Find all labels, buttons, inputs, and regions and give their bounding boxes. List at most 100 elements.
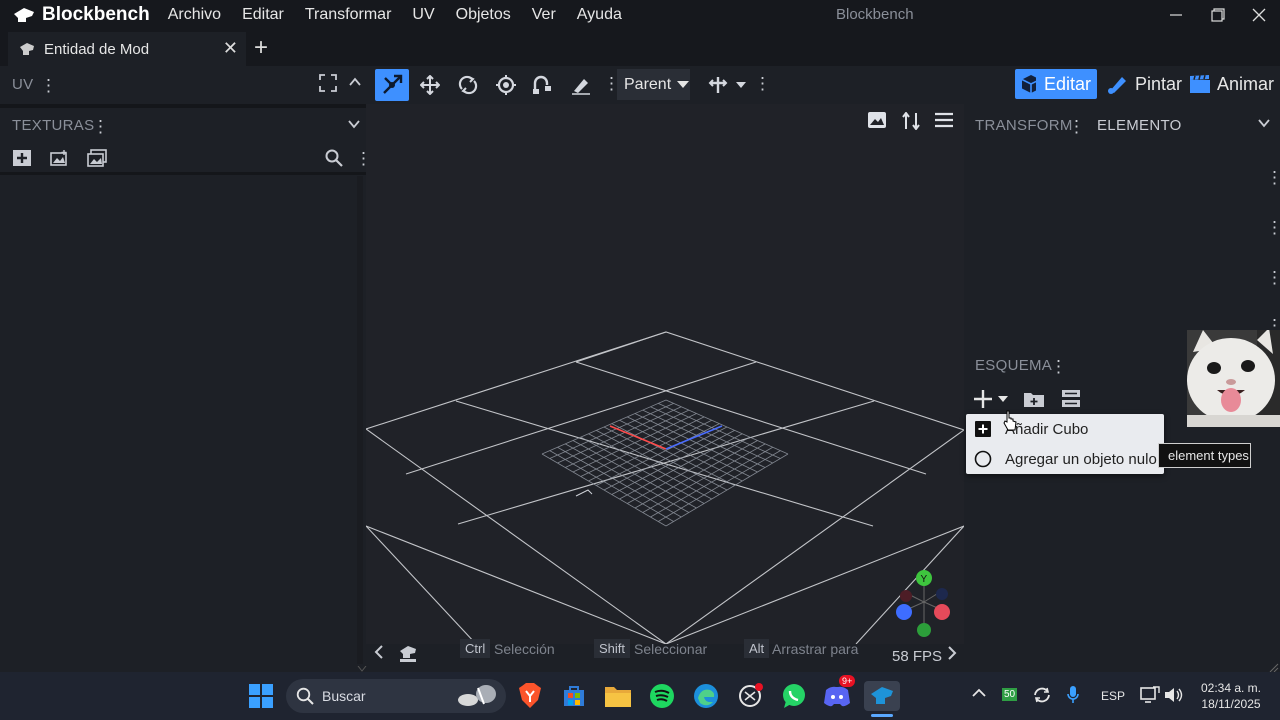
transform-row-menu-icon-2[interactable]: ⋮ <box>1266 218 1280 238</box>
outliner-menu-icon[interactable]: ⋮ <box>1050 357 1067 377</box>
add-cube-item[interactable]: Añadir Cubo <box>966 414 1164 444</box>
active-app-indicator <box>871 714 893 717</box>
search-highlight-icon <box>458 685 496 706</box>
viewport-menu-icon[interactable] <box>935 112 953 133</box>
system-clock[interactable]: 02:34 a. m. 18/11/2025 <box>1196 680 1266 712</box>
mouse-cursor-icon <box>1003 410 1017 431</box>
texture-folder-icon[interactable] <box>87 149 107 172</box>
file-explorer-icon[interactable] <box>603 681 633 711</box>
search-textures-icon[interactable] <box>325 149 343 172</box>
chevron-down-icon <box>736 81 746 88</box>
tray-nvidia-icon[interactable]: 50 <box>1002 688 1018 701</box>
mode-paint-button[interactable]: Pintar <box>1101 69 1188 99</box>
element-tab[interactable]: ELEMENTO <box>1097 117 1182 134</box>
mirror-icon <box>708 77 728 93</box>
pivot-move-icon <box>383 74 403 94</box>
panel-divider <box>0 172 366 175</box>
previous-arrow-icon[interactable] <box>374 645 384 664</box>
menu-ver[interactable]: Ver <box>532 6 556 24</box>
menu-archivo[interactable]: Archivo <box>168 6 221 24</box>
menu-transformar[interactable]: Transformar <box>305 6 392 24</box>
add-element-dropdown: Añadir Cubo Agregar un objeto nulo <box>966 414 1164 474</box>
move-tool-button[interactable] <box>375 69 409 101</box>
whatsapp-icon[interactable] <box>779 681 809 711</box>
chevron-down-icon <box>677 80 690 88</box>
search-icon <box>296 687 314 705</box>
fullscreen-icon[interactable] <box>319 74 337 97</box>
outliner-title: ESQUEMA <box>975 357 1053 374</box>
taskbar-search[interactable]: Buscar <box>286 679 506 713</box>
next-arrow-icon[interactable] <box>947 645 957 665</box>
import-texture-icon[interactable] <box>12 149 32 172</box>
view-options-icon[interactable] <box>902 111 920 135</box>
axis-gizmo-icon[interactable]: Y <box>892 568 956 638</box>
mode-edit-button[interactable]: Editar <box>1015 69 1097 99</box>
close-tab-icon[interactable]: ✕ <box>223 38 238 59</box>
mirror-tool-button[interactable] <box>705 69 731 101</box>
chatgpt-icon[interactable] <box>735 681 765 711</box>
new-tab-button[interactable]: + <box>254 34 268 62</box>
close-window-button[interactable] <box>1238 0 1280 30</box>
grid-line <box>588 433 712 500</box>
transform-row-menu-icon-1[interactable]: ⋮ <box>1266 168 1280 188</box>
add-null-object-item[interactable]: Agregar un objeto nulo <box>966 444 1164 474</box>
collapse-textures-icon[interactable] <box>347 116 361 136</box>
app-name: Blockbench <box>42 4 150 25</box>
edge-browser-icon[interactable] <box>691 681 721 711</box>
main-toolbar: ⋮ Parent ⋮ Editar Pintar Animar <box>366 66 1280 104</box>
3d-viewport[interactable]: Y <box>366 104 964 644</box>
brave-browser-icon[interactable] <box>515 681 545 711</box>
sync-icon[interactable] <box>1032 686 1052 707</box>
minimize-button[interactable] <box>1155 0 1197 30</box>
collapse-uv-icon[interactable] <box>348 74 362 94</box>
window-title: Blockbench <box>836 6 914 23</box>
paint-tool-button[interactable] <box>564 69 598 101</box>
vertex-snap-icon <box>533 75 551 94</box>
discord-badge: 9+ <box>839 675 856 687</box>
collapse-transform-icon[interactable] <box>1257 115 1271 135</box>
discord-icon[interactable]: 9+ <box>823 675 856 711</box>
restore-button[interactable] <box>1197 0 1239 30</box>
scrollbar[interactable] <box>357 176 363 672</box>
clapperboard-icon <box>1190 75 1210 93</box>
spotify-icon[interactable] <box>647 681 677 711</box>
blockbench-taskbar-icon[interactable] <box>864 681 900 711</box>
tooltip-text: element types <box>1168 448 1249 463</box>
add-null-object-label: Agregar un objeto nulo <box>1005 450 1157 468</box>
pivot-tool-button[interactable] <box>526 69 560 101</box>
show-hidden-icons[interactable] <box>972 686 986 701</box>
translate-tool-button[interactable] <box>413 69 447 101</box>
network-icon[interactable] <box>1140 686 1160 707</box>
resize-tool-button[interactable] <box>451 69 485 101</box>
menu-objetos[interactable]: Objetos <box>456 6 511 24</box>
restore-icon <box>1211 8 1225 22</box>
title-bar: Blockbench Archivo Editar Transformar UV… <box>0 0 1280 30</box>
transform-row-menu-icon-3[interactable]: ⋮ <box>1266 268 1280 288</box>
textures-menu-icon[interactable]: ⋮ <box>92 117 109 137</box>
menu-ayuda[interactable]: Ayuda <box>577 6 622 24</box>
search-placeholder: Buscar <box>322 688 366 704</box>
blockbench-logo-icon <box>14 8 34 22</box>
language-indicator[interactable]: ESP <box>1101 689 1125 703</box>
tooltip: element types <box>1158 443 1251 468</box>
transform-menu-icon[interactable]: ⋮ <box>1068 117 1085 137</box>
uv-menu-icon[interactable]: ⋮ <box>40 76 57 96</box>
volume-icon[interactable] <box>1164 686 1184 707</box>
menu-uv[interactable]: UV <box>412 6 434 24</box>
parent-select[interactable]: Parent <box>617 69 690 100</box>
collapse-all-icon[interactable] <box>1062 390 1080 413</box>
rotate-tool-button[interactable] <box>489 69 523 101</box>
menu-editar[interactable]: Editar <box>242 6 284 24</box>
microphone-icon[interactable] <box>1067 686 1079 707</box>
screenshot-icon[interactable] <box>868 112 886 133</box>
add-group-icon[interactable] <box>1024 391 1044 412</box>
create-texture-icon[interactable] <box>50 150 68 171</box>
start-button[interactable] <box>246 681 276 711</box>
minimize-icon <box>1170 14 1182 16</box>
toolbar-more-icon-2[interactable]: ⋮ <box>754 74 771 94</box>
mirror-dropdown-button[interactable] <box>732 69 750 101</box>
transform-tab[interactable]: TRANSFORM <box>975 117 1073 134</box>
mode-animate-button[interactable]: Animar <box>1183 69 1280 99</box>
tab-entidad-de-mod[interactable]: Entidad de Mod ✕ <box>8 32 246 66</box>
microsoft-store-icon[interactable] <box>559 681 589 711</box>
